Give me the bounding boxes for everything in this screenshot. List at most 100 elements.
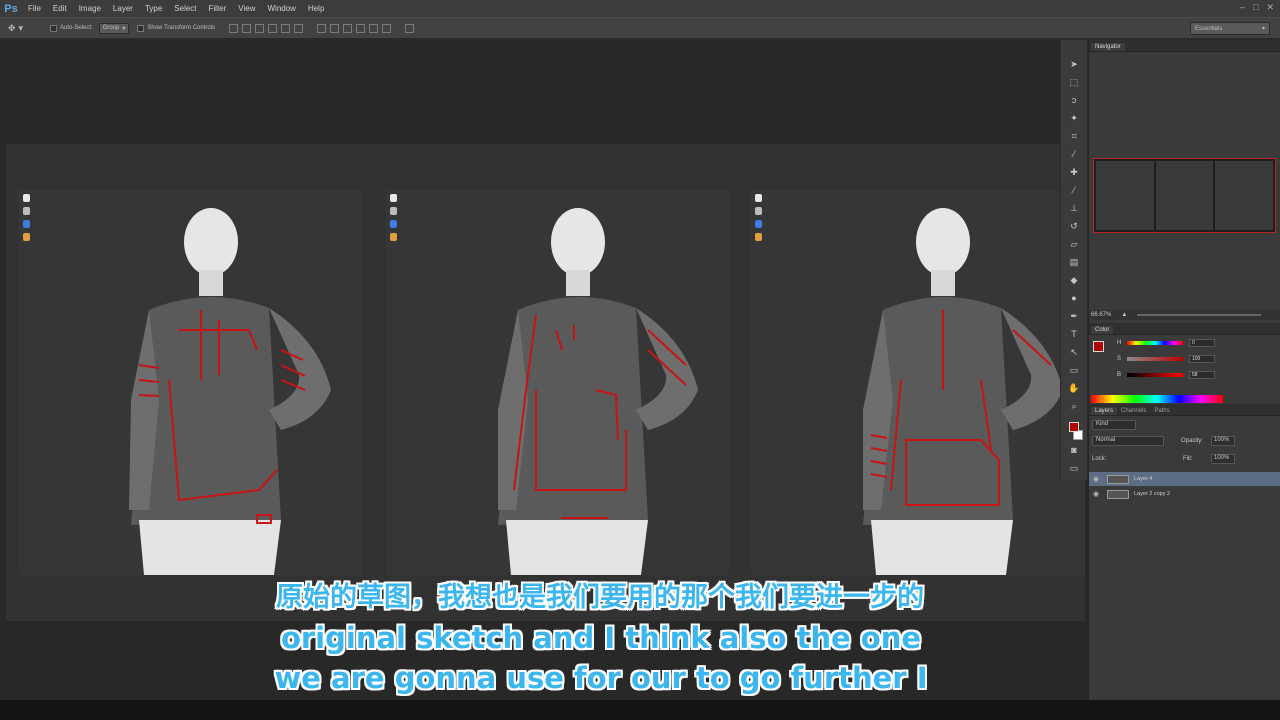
auto-select-checkbox[interactable] [50, 24, 57, 32]
auto-select-label: Auto-Select: [60, 25, 93, 31]
hue-slider[interactable] [1127, 341, 1183, 345]
maximize-button[interactable]: □ [1253, 2, 1258, 13]
canvas-area[interactable] [0, 40, 1085, 700]
menu-edit[interactable]: Edit [47, 4, 73, 13]
b-label: B [1117, 372, 1122, 378]
distribute-bottom-icon[interactable] [343, 23, 353, 33]
zoom-tool[interactable]: ⌕ [1065, 398, 1083, 414]
brightness-slider[interactable] [1127, 373, 1183, 377]
align-buttons [229, 23, 304, 33]
fill-value[interactable]: 100% [1211, 454, 1235, 464]
visibility-eye-icon[interactable]: ◉ [1089, 475, 1103, 483]
opacity-value[interactable]: 100% [1211, 436, 1235, 446]
distribute-hcenter-icon[interactable] [369, 23, 379, 33]
menu-file[interactable]: File [22, 4, 47, 13]
healing-tool[interactable]: ✚ [1065, 164, 1083, 180]
tool-preset-picker[interactable]: ✥ ▾ [8, 20, 42, 36]
h-value[interactable]: 0 [1189, 339, 1215, 347]
show-transform-checkbox[interactable] [137, 24, 145, 32]
brush-tool[interactable]: ∕ [1065, 182, 1083, 198]
document-canvas[interactable] [6, 144, 1085, 621]
menu-window[interactable]: Window [262, 4, 302, 13]
menu-filter[interactable]: Filter [203, 4, 233, 13]
chevron-down-icon: ▾ [18, 22, 24, 33]
shape-tool[interactable]: ▭ [1065, 362, 1083, 378]
type-tool[interactable]: T [1065, 326, 1083, 342]
right-panels: Navigator 66.67% ▲ Color H 0 S 100 B 58 [1088, 40, 1280, 700]
navigator-preview[interactable] [1093, 158, 1276, 233]
menu-select[interactable]: Select [168, 4, 202, 13]
align-vcenter-icon[interactable] [242, 23, 252, 33]
zoom-slider[interactable] [1137, 314, 1261, 316]
zoom-icon: ⌕ [1071, 400, 1077, 411]
s-label: S [1117, 356, 1122, 362]
blur-icon: ◆ [1070, 274, 1078, 285]
zoom-out-icon[interactable]: ▲ [1121, 312, 1127, 318]
align-bottom-icon[interactable] [255, 23, 265, 33]
magic-wand-tool[interactable]: ✦ [1065, 110, 1083, 126]
close-button[interactable]: ✕ [1266, 2, 1274, 13]
hand-tool[interactable]: ✋ [1065, 380, 1083, 396]
navigator-zoom-value[interactable]: 66.67% [1091, 312, 1111, 318]
menu-help[interactable]: Help [302, 4, 330, 13]
eraser-tool[interactable]: ▱ [1065, 236, 1083, 252]
screen-mode-button[interactable]: ▭ [1065, 460, 1083, 476]
shape-icon: ▭ [1069, 364, 1079, 375]
move-tool[interactable]: ➤ [1065, 56, 1083, 72]
align-right-icon[interactable] [294, 23, 304, 33]
pen-tool[interactable]: ✒ [1065, 308, 1083, 324]
menu-type[interactable]: Type [139, 4, 168, 13]
workspace-dropdown[interactable]: Essentials ▾ [1190, 22, 1270, 35]
align-hcenter-icon[interactable] [281, 23, 291, 33]
marquee-tool[interactable]: ⬚ [1065, 74, 1083, 90]
auto-select-dropdown[interactable]: Group ▾ [98, 22, 130, 34]
b-value[interactable]: 58 [1189, 371, 1215, 379]
align-left-icon[interactable] [268, 23, 278, 33]
menu-layer[interactable]: Layer [107, 4, 139, 13]
layers-panel-wrap: Layers Channels Paths Kind Normal Opacit… [1089, 404, 1280, 716]
quick-mask-button[interactable]: ◙ [1065, 442, 1083, 458]
align-top-icon[interactable] [229, 23, 239, 33]
visibility-eye-icon[interactable]: ◉ [1089, 490, 1103, 498]
distribute-top-icon[interactable] [317, 23, 327, 33]
layers-panel: Kind Normal Opacity: 100% Lock: Fill: 10… [1089, 416, 1280, 716]
menu-bar: Ps File Edit Image Layer Type Select Fil… [0, 0, 1280, 17]
crop-tool[interactable]: ⌗ [1065, 128, 1083, 144]
s-value[interactable]: 100 [1189, 355, 1215, 363]
tab-layers[interactable]: Layers [1091, 407, 1118, 415]
distribute-left-icon[interactable] [356, 23, 366, 33]
distribute-buttons [317, 23, 392, 33]
color-fg-swatch[interactable] [1093, 341, 1104, 352]
saturation-slider[interactable] [1127, 357, 1183, 361]
tab-color[interactable]: Color [1091, 326, 1114, 334]
layer-row[interactable]: ◉ Layer 4 [1089, 472, 1280, 486]
path-select-tool[interactable]: ↖ [1065, 344, 1083, 360]
blur-tool[interactable]: ◆ [1065, 272, 1083, 288]
auto-align-icon[interactable] [405, 23, 415, 33]
stamp-tool[interactable]: ⊥ [1065, 200, 1083, 216]
hoodie-figure-1 [129, 208, 331, 575]
menu-view[interactable]: View [232, 4, 261, 13]
tab-navigator[interactable]: Navigator [1091, 43, 1125, 51]
show-transform-label: Show Transform Controls [147, 25, 216, 31]
tools-panel: ➤ ⬚ ↄ ✦ ⌗ ⁄ ✚ ∕ ⊥ ↺ ▱ ▤ ◆ ● ✒ T ↖ ▭ ✋ ⌕ … [1060, 40, 1087, 480]
eyedropper-tool[interactable]: ⁄ [1065, 146, 1083, 162]
layer-name: Layer 4 [1134, 476, 1153, 482]
gradient-tool[interactable]: ▤ [1065, 254, 1083, 270]
blend-mode-dropdown[interactable]: Normal [1092, 436, 1164, 446]
auto-select-value: Group [102, 25, 120, 31]
layer-filter-dropdown[interactable]: Kind [1092, 420, 1136, 430]
foreground-color-swatch[interactable] [1069, 422, 1079, 432]
tab-channels[interactable]: Channels [1117, 407, 1150, 415]
lasso-tool[interactable]: ↄ [1065, 92, 1083, 108]
distribute-right-icon[interactable] [382, 23, 392, 33]
dodge-tool[interactable]: ● [1065, 290, 1083, 306]
tab-paths[interactable]: Paths [1150, 407, 1173, 415]
minimize-button[interactable]: – [1240, 2, 1245, 13]
sketch-panel-3 [751, 190, 1085, 575]
history-brush-tool[interactable]: ↺ [1065, 218, 1083, 234]
distribute-vcenter-icon[interactable] [330, 23, 340, 33]
color-spectrum[interactable] [1091, 395, 1223, 403]
menu-image[interactable]: Image [73, 4, 107, 13]
layer-row[interactable]: ◉ Layer 2 copy 2 [1089, 487, 1280, 501]
